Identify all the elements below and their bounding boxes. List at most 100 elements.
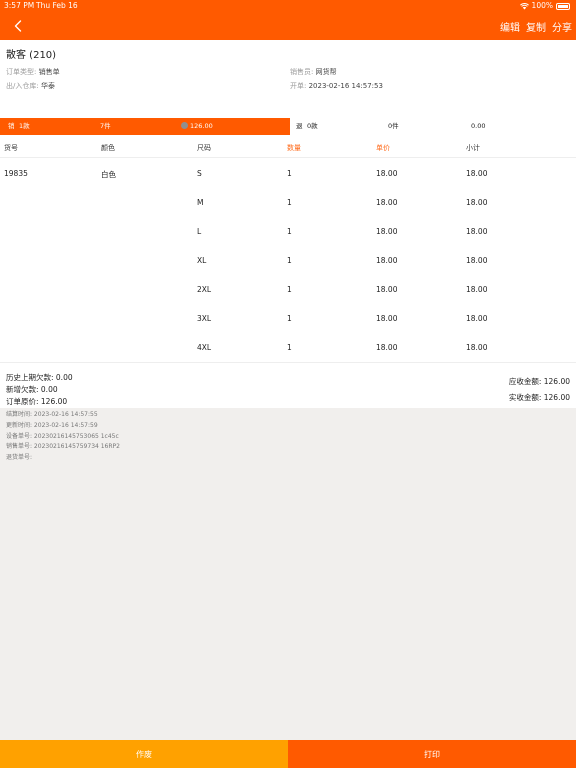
nav-bar: 编辑 复制 分享 [0,12,576,40]
order-type: 订单类型: 销售单 [6,67,60,77]
cell-qty: 1 [287,343,292,352]
table-row[interactable]: 19835 白色 S 1 18.00 18.00 [0,159,576,188]
copy-button[interactable]: 复制 [526,19,546,34]
sales-clerk-value: 网货帮 [315,68,337,76]
return-summary: 退 0款 0件 0.00 [290,118,576,135]
cell-subtotal: 18.00 [466,169,488,178]
status-time: 3:57 PM [4,1,35,10]
header-sku: 货号 [4,144,18,152]
cell-qty: 1 [287,227,292,236]
update-time: 更新时间: 2023-02-16 14:57:59 [6,421,98,429]
cell-qty: 1 [287,198,292,207]
cell-price: 18.00 [376,285,398,294]
table-row[interactable]: 3XL 1 18.00 18.00 [0,304,576,333]
cell-price: 18.00 [376,227,398,236]
sales-order-no: 销售单号: 20230216145759734 16RP2 [6,443,120,451]
cell-price: 18.00 [376,169,398,178]
return-summary-label: 退 [296,122,303,130]
table-row[interactable]: L 1 18.00 18.00 [0,217,576,246]
cell-subtotal: 18.00 [466,227,488,236]
chevron-left-icon [14,20,22,32]
device-order-no: 设备单号: 20230216145753065 1c45c [6,432,119,440]
table-row[interactable]: XL 1 18.00 18.00 [0,246,576,275]
cell-sku: 19835 [4,169,28,178]
sales-clerk: 销售员: 网货帮 [290,67,337,77]
return-order-no: 退货单号: [6,454,33,462]
battery-percent: 100% [531,1,553,10]
open-time-value: 2023-02-16 14:57:53 [308,82,383,90]
table-header: 货号 颜色 尺码 数量 单价 小计 [0,135,576,158]
status-bar: 3:57 PM Thu Feb 16 100% [0,0,576,12]
share-button[interactable]: 分享 [552,19,572,34]
print-button[interactable]: 打印 [288,740,576,768]
cell-size: M [197,198,204,207]
sales-summary: 销 1款 7件 126.00 [0,118,290,135]
cell-size: XL [197,256,207,265]
cell-qty: 1 [287,285,292,294]
battery-icon [556,2,570,10]
cell-subtotal: 18.00 [466,343,488,352]
cell-subtotal: 18.00 [466,256,488,265]
order-type-label: 订单类型: [6,68,37,76]
cell-size: S [197,169,202,178]
cell-price: 18.00 [376,198,398,207]
sales-amount-wrap: 126.00 [181,118,213,135]
status-right: 100% [519,0,570,12]
bottom-actions: 作废 打印 [0,740,576,768]
coin-icon [181,122,188,129]
sales-clerk-label: 销售员: [290,68,314,76]
sales-amount: 126.00 [190,122,213,130]
sales-pieces: 7件 [100,122,111,130]
header-qty: 数量 [287,144,301,152]
cell-qty: 1 [287,169,292,178]
cell-price: 18.00 [376,343,398,352]
cell-subtotal: 18.00 [466,285,488,294]
cell-size: 4XL [197,343,212,352]
header-size: 尺码 [197,144,211,152]
sales-styles: 1款 [19,122,30,130]
amount-received: 实收金额: 126.00 [508,393,570,402]
settle-time: 结算时间: 2023-02-16 14:57:55 [6,411,98,418]
new-debt: 新增欠款: 0.00 [6,385,58,394]
edit-button[interactable]: 编辑 [500,19,520,34]
wifi-icon [519,2,529,9]
header-color: 颜色 [101,144,115,152]
table-row[interactable]: 2XL 1 18.00 18.00 [0,275,576,304]
cell-price: 18.00 [376,256,398,265]
cell-qty: 1 [287,256,292,265]
warehouse-label: 出/入仓库: [6,82,39,90]
customer-name: 散客 (210) [6,50,57,61]
header-price: 单价 [376,144,390,152]
items-table: 货号 颜色 尺码 数量 单价 小计 19835 白色 S 1 18.00 18.… [0,135,576,362]
open-time-label: 开单: [290,82,307,90]
status-date: Thu Feb 16 [36,1,78,10]
cell-price: 18.00 [376,314,398,323]
warehouse-value: 华泰 [40,82,55,90]
open-time: 开单: 2023-02-16 14:57:53 [290,81,383,91]
order-type-value: 销售单 [38,68,60,76]
table-row[interactable]: M 1 18.00 18.00 [0,188,576,217]
return-styles: 0款 [307,122,318,130]
cell-subtotal: 18.00 [466,198,488,207]
cell-size: L [197,227,202,236]
order-meta: 结算时间: 2023-02-16 14:57:55 更新时间: 2023-02-… [6,410,120,464]
back-button[interactable] [8,16,28,36]
nav-actions: 编辑 复制 分享 [494,12,572,40]
sales-summary-label: 销 [8,122,15,130]
return-amount: 0.00 [471,122,486,130]
header-subtotal: 小计 [466,144,480,152]
cell-size: 3XL [197,314,212,323]
warehouse: 出/入仓库: 华泰 [6,81,55,91]
table-row[interactable]: 4XL 1 18.00 18.00 [0,333,576,362]
cell-size: 2XL [197,285,212,294]
cell-qty: 1 [287,314,292,323]
original-price: 订单原价: 126.00 [6,397,68,406]
order-summary: 销 1款 7件 126.00 退 0款 0件 0.00 [0,118,576,135]
cell-color: 白色 [101,170,116,179]
void-button[interactable]: 作废 [0,740,288,768]
totals-panel: 历史上期欠款: 0.00 新增欠款: 0.00 订单原价: 126.00 应收金… [0,362,576,408]
amount-receivable: 应收金额: 126.00 [508,377,570,386]
cell-subtotal: 18.00 [466,314,488,323]
return-pieces: 0件 [388,122,399,130]
previous-debt: 历史上期欠款: 0.00 [6,373,73,382]
